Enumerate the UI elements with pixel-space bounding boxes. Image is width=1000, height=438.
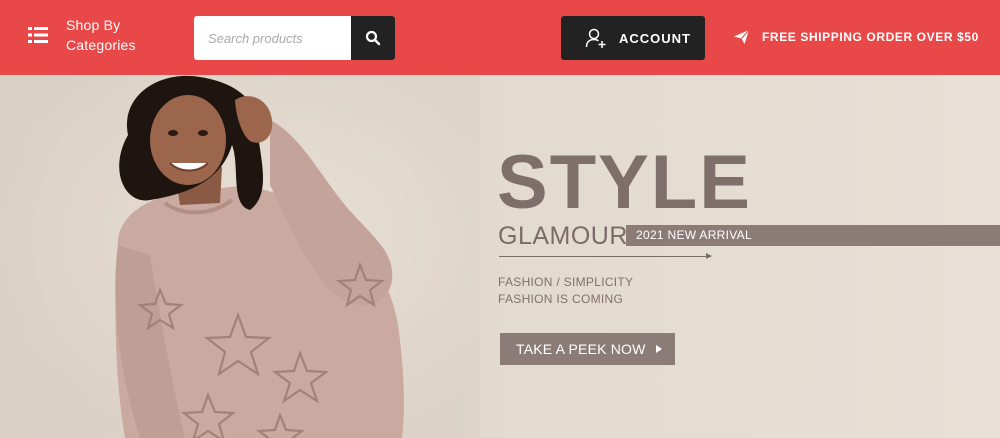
- search-bar: [194, 16, 395, 60]
- search-button[interactable]: [351, 16, 395, 60]
- hero-banner: STYLE GLAMOUR 2021 NEW ARRIVAL FASHION /…: [0, 75, 1000, 438]
- hero-tagline-2: FASHION IS COMING: [498, 292, 624, 306]
- new-arrival-banner: 2021 NEW ARRIVAL: [626, 225, 1000, 246]
- hero-model-image: [0, 75, 480, 438]
- account-label: ACCOUNT: [619, 30, 691, 46]
- hero-divider: [499, 256, 711, 257]
- shop-by-categories-button[interactable]: Shop By Categories: [26, 15, 156, 55]
- shop-by-categories-label: Shop By Categories: [66, 17, 136, 53]
- hero-headline: STYLE: [497, 140, 752, 225]
- free-shipping-notice: FREE SHIPPING ORDER OVER $50: [733, 29, 979, 45]
- hero-tagline-1: FASHION / SIMPLICITY: [498, 275, 634, 289]
- paper-plane-icon: [734, 29, 750, 44]
- play-arrow-icon: [655, 345, 662, 353]
- user-add-icon: [585, 28, 606, 48]
- take-a-peek-button[interactable]: TAKE A PEEK NOW: [500, 333, 675, 365]
- search-input[interactable]: [194, 16, 351, 60]
- search-icon: [365, 30, 381, 46]
- hero-subheadline: GLAMOUR: [498, 222, 628, 250]
- list-icon: [28, 27, 48, 43]
- cta-label: TAKE A PEEK NOW: [516, 341, 646, 357]
- hero-divider-arrow: [706, 253, 712, 259]
- top-header-bar: Shop By Categories ACCOUNT FREE SHIPPING…: [0, 0, 1000, 75]
- new-arrival-label: 2021 NEW ARRIVAL: [636, 228, 752, 242]
- free-shipping-text: FREE SHIPPING ORDER OVER $50: [762, 30, 979, 44]
- account-button[interactable]: ACCOUNT: [561, 16, 705, 60]
